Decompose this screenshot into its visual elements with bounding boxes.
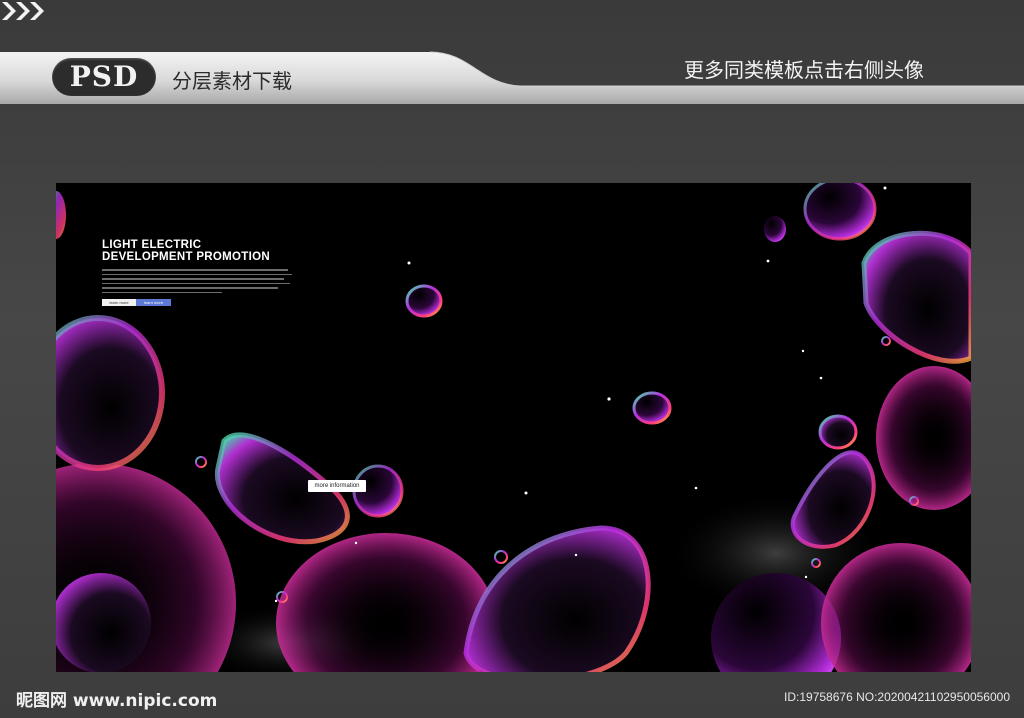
more-information-button[interactable]: more information <box>308 480 366 492</box>
poster-headline: LIGHT ELECTRIC DEVELOPMENT PROMOTION <box>102 239 270 263</box>
site-logo[interactable]: 昵图网 www.nipic.com <box>16 686 217 711</box>
poster-canvas: LIGHT ELECTRIC DEVELOPMENT PROMOTION lea… <box>56 183 971 672</box>
banner-title: 分层素材下载 <box>172 69 292 93</box>
learn-more-accent-button[interactable]: learn more <box>136 299 171 306</box>
image-id-text: ID:19758676 NO:20200421102950056000 <box>784 690 1010 704</box>
headline-line-2: DEVELOPMENT PROMOTION <box>102 251 270 263</box>
psd-badge: PSD <box>52 58 156 96</box>
promo-link[interactable]: 更多同类模板点击右侧头像 <box>684 54 924 83</box>
learn-more-button[interactable]: learn more <box>102 299 136 306</box>
triple-chevron-right-icon[interactable] <box>0 0 52 22</box>
body-text-lines <box>102 269 292 296</box>
top-banner: PSD 分层素材下载 更多同类模板点击右侧头像 <box>0 0 1024 112</box>
headline-line-1: LIGHT ELECTRIC <box>102 239 202 251</box>
